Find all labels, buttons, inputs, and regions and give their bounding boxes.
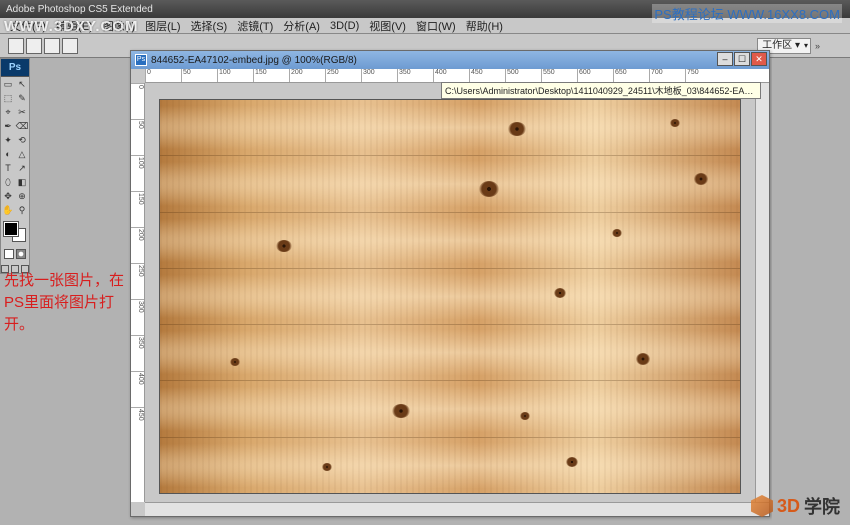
ruler-horizontal[interactable]: 0501001502002503003504004505005506006507…	[145, 69, 769, 83]
foreground-color-swatch[interactable]	[4, 222, 18, 236]
tool-palette: Ps ▭ ↖ ⬚ ✎ ⌖ ✂ ✒ ⌫ ✦ ⟲ ◐ △ T ↗ ⬯ ◧ ✥ ⊕ ✋…	[0, 58, 30, 274]
instruction-text: 先找一张图片，在PS里面将图片打开。	[4, 270, 128, 336]
3d-tool[interactable]: ✥	[1, 189, 15, 203]
shape-tool[interactable]: ⬯	[1, 175, 15, 189]
gradient-tool[interactable]: △	[15, 147, 29, 161]
arrange-documents-icons[interactable]	[8, 38, 78, 54]
menu-help[interactable]: 帮助(H)	[462, 18, 507, 34]
brush-tool[interactable]: ⌫	[15, 119, 29, 133]
menu-view[interactable]: 视图(V)	[365, 18, 410, 34]
scrollbar-horizontal[interactable]	[145, 502, 769, 516]
clone-stamp-tool[interactable]: ✦	[1, 133, 15, 147]
watermark-top-left: WWW.3DXY.COM	[4, 18, 139, 35]
path-select-tool[interactable]: ◧	[15, 175, 29, 189]
ps-logo-icon: Ps	[1, 59, 29, 77]
healing-brush-tool[interactable]: ✒	[1, 119, 15, 133]
document-window: Ps 844652-EA47102-embed.jpg @ 100%(RGB/8…	[130, 50, 770, 517]
camera-tool[interactable]: ⊕	[15, 189, 29, 203]
menu-layer[interactable]: 图层(L)	[141, 18, 184, 34]
right-panel-dock	[772, 58, 850, 525]
ruler-vertical[interactable]: 050100150200250300350400450	[131, 83, 145, 502]
eyedropper-tool[interactable]: ✂	[15, 105, 29, 119]
watermark-top-right: PS教程论坛 WWW.16XX8.COM	[652, 4, 842, 23]
color-swatch[interactable]	[1, 219, 29, 245]
marquee-tool[interactable]: ↖	[15, 77, 29, 91]
quick-mask-toggle[interactable]	[1, 245, 29, 263]
window-maximize-button[interactable]: ☐	[734, 52, 750, 66]
window-minimize-button[interactable]: –	[717, 52, 733, 66]
app-title: Adobe Photoshop CS5 Extended	[6, 4, 153, 15]
scrollbar-vertical[interactable]	[755, 83, 769, 502]
menu-window[interactable]: 窗口(W)	[412, 18, 460, 34]
menu-select[interactable]: 选择(S)	[187, 18, 232, 34]
move-tool[interactable]: ▭	[1, 77, 15, 91]
collapse-panels-icon[interactable]: »	[815, 41, 820, 51]
window-close-button[interactable]: ✕	[751, 52, 767, 66]
hand-tool[interactable]: ✋	[1, 203, 15, 217]
menu-filter[interactable]: 滤镜(T)	[233, 18, 277, 34]
file-path-tooltip: C:\Users\Administrator\Desktop\141104092…	[441, 82, 761, 99]
quick-select-tool[interactable]: ✎	[15, 91, 29, 105]
history-brush-tool[interactable]: ⟲	[15, 133, 29, 147]
watermark-bottom-right: 3D学院	[751, 493, 840, 519]
canvas-area[interactable]: C:\Users\Administrator\Desktop\141104092…	[145, 83, 755, 502]
eraser-tool[interactable]: ◐	[1, 147, 15, 161]
type-tool[interactable]: T	[1, 161, 15, 175]
lasso-tool[interactable]: ⬚	[1, 91, 15, 105]
pen-tool[interactable]: ↗	[15, 161, 29, 175]
wood-image	[159, 99, 741, 494]
document-icon: Ps	[135, 54, 147, 66]
menu-analysis[interactable]: 分析(A)	[279, 18, 324, 34]
zoom-tool[interactable]: ⚲	[15, 203, 29, 217]
menu-3d[interactable]: 3D(D)	[326, 20, 363, 32]
crop-tool[interactable]: ⌖	[1, 105, 15, 119]
document-title: 844652-EA47102-embed.jpg @ 100%(RGB/8)	[151, 55, 357, 66]
document-titlebar[interactable]: Ps 844652-EA47102-embed.jpg @ 100%(RGB/8…	[131, 51, 769, 69]
cube-icon	[751, 495, 773, 517]
